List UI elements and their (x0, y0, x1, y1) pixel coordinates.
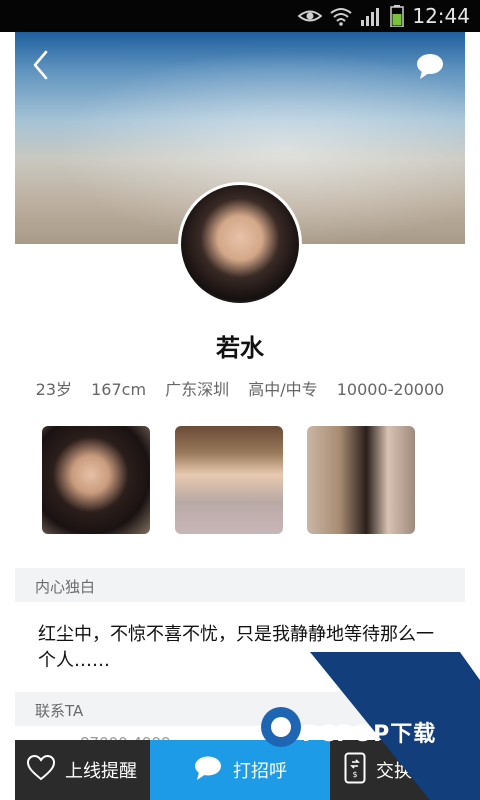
phone-exchange-icon: $ (344, 752, 366, 788)
avatar-frame (178, 182, 302, 306)
profile-name: 若水 (216, 334, 264, 362)
photo-thumbnail-2[interactable] (175, 426, 283, 534)
exchange-button[interactable]: $ 交换 (330, 740, 465, 800)
photo-thumbnail-3[interactable] (307, 426, 415, 534)
bottom-action-bar: 上线提醒 打招呼 $ 交换 (15, 740, 465, 800)
message-button[interactable] (414, 52, 446, 80)
greet-button[interactable]: 打招呼 (150, 740, 330, 800)
detail-education: 高中/中专 (248, 380, 318, 399)
photo-thumbnail-1[interactable] (42, 426, 150, 534)
signal-icon (360, 6, 382, 26)
heart-icon (26, 754, 56, 785)
avatar[interactable] (181, 185, 299, 303)
status-bar: 12:44 (0, 0, 480, 32)
back-button[interactable] (28, 48, 54, 82)
section-label: 联系TA (35, 702, 84, 720)
chat-bubble-icon (414, 54, 446, 84)
exchange-label: 交换 (376, 761, 412, 782)
wifi-icon (330, 6, 352, 26)
detail-age: 23岁 (35, 380, 73, 399)
status-time: 12:44 (412, 4, 470, 28)
left-margin (0, 32, 15, 740)
chat-bubble-icon (193, 755, 223, 785)
watermark-text: PCPOP下载 (302, 722, 437, 747)
profile-details: 23岁 167cm 广东深圳 高中/中专 10000-20000 (0, 376, 480, 400)
online-reminder-label: 上线提醒 (65, 761, 137, 782)
right-margin (465, 32, 480, 652)
chevron-left-icon (28, 50, 54, 86)
online-reminder-button[interactable]: 上线提醒 (15, 740, 150, 800)
section-label: 内心独白 (35, 578, 96, 596)
detail-location: 广东深圳 (165, 380, 230, 399)
detail-height: 167cm (91, 380, 147, 399)
inner-monologue-text: 红尘中，不惊不喜不忧，只是我静静地等待那么一个人…… (38, 624, 434, 671)
svg-text:$: $ (352, 770, 357, 779)
section-header-inner-monologue: 内心独白 (15, 568, 465, 602)
battery-icon (390, 5, 405, 27)
watermark-corner (460, 652, 480, 680)
detail-income: 10000-20000 (336, 380, 445, 399)
greet-label: 打招呼 (233, 761, 287, 782)
eye-icon (298, 7, 323, 25)
